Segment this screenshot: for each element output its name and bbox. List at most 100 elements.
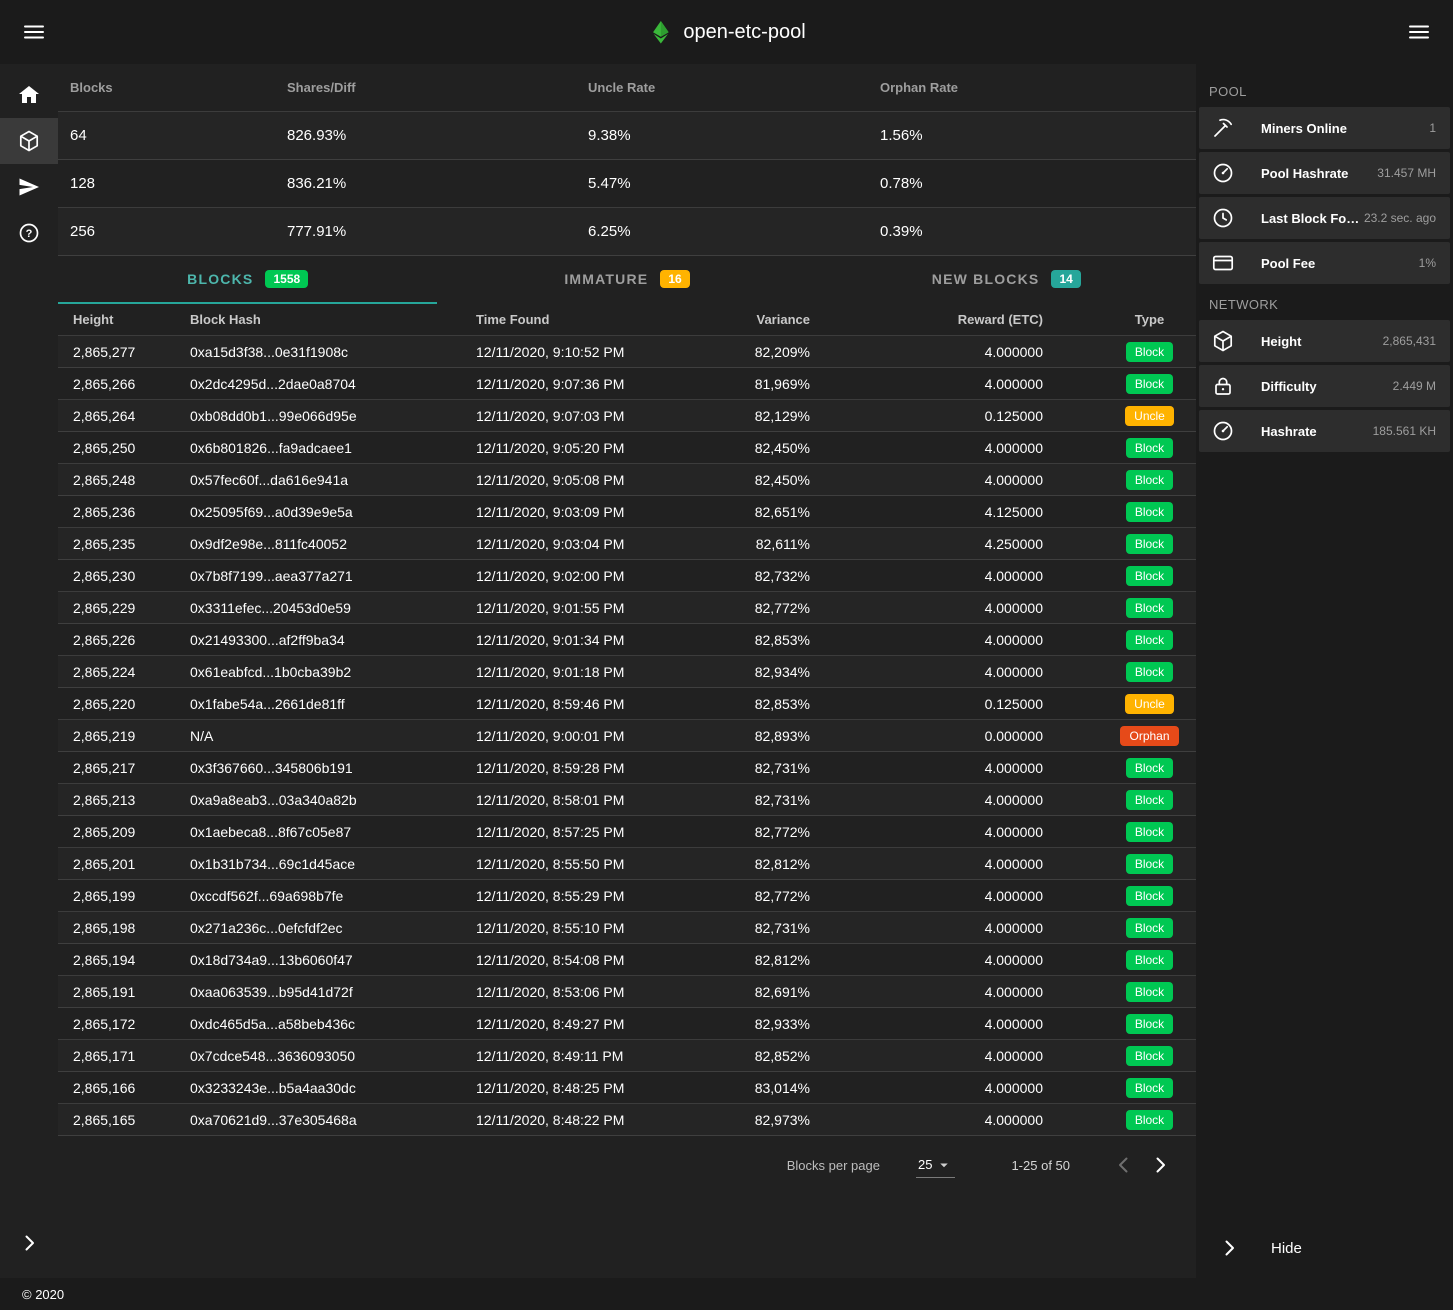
menu-button-left[interactable] <box>14 12 54 52</box>
cell-height: 2,865,248 <box>58 472 190 488</box>
cell-time-found: 12/11/2020, 8:48:22 PM <box>476 1112 706 1128</box>
sidebar-item-home[interactable] <box>0 72 58 118</box>
next-page-button[interactable] <box>1142 1147 1178 1183</box>
cell-time-found: 12/11/2020, 8:53:06 PM <box>476 984 706 1000</box>
block-row[interactable]: 2,865,1990xccdf562f...69a698b7fe12/11/20… <box>58 880 1196 912</box>
stats-cell: 826.93% <box>287 127 588 144</box>
cell-time-found: 12/11/2020, 9:01:34 PM <box>476 632 706 648</box>
cell-variance: 82,933% <box>706 1016 810 1032</box>
cell-reward: 4.000000 <box>810 1080 1043 1096</box>
cell-time-found: 12/11/2020, 9:01:18 PM <box>476 664 706 680</box>
cell-type: Block <box>1043 790 1196 810</box>
cell-reward: 0.000000 <box>810 728 1043 744</box>
luck-stats-table: Blocks Shares/Diff Uncle Rate Orphan Rat… <box>58 64 1196 256</box>
type-badge: Block <box>1126 598 1173 618</box>
cell-block-hash: 0x1fabe54a...2661de81ff <box>190 696 476 712</box>
cell-time-found: 12/11/2020, 9:05:08 PM <box>476 472 706 488</box>
cell-type: Block <box>1043 1046 1196 1066</box>
stat-label: Height <box>1261 334 1301 349</box>
col-header-time-found: Time Found <box>476 312 706 327</box>
cell-time-found: 12/11/2020, 8:59:28 PM <box>476 760 706 776</box>
tab-count-badge: 14 <box>1051 270 1080 288</box>
block-row[interactable]: 2,865,2300x7b8f7199...aea377a27112/11/20… <box>58 560 1196 592</box>
block-row[interactable]: 2,865,2660x2dc4295d...2dae0a870412/11/20… <box>58 368 1196 400</box>
type-badge: Block <box>1126 438 1173 458</box>
prev-page-button[interactable] <box>1106 1147 1142 1183</box>
block-row[interactable]: 2,865,1650xa70621d9...37e305468a12/11/20… <box>58 1104 1196 1136</box>
type-badge: Block <box>1126 342 1173 362</box>
stats-cell: 5.47% <box>588 175 880 192</box>
cell-height: 2,865,217 <box>58 760 190 776</box>
cell-block-hash: 0xdc465d5a...a58beb436c <box>190 1016 476 1032</box>
block-row[interactable]: 2,865,1710x7cdce548...363609305012/11/20… <box>58 1040 1196 1072</box>
stat-label: Difficulty <box>1261 379 1317 394</box>
sidebar-item-blocks[interactable] <box>0 118 58 164</box>
stat-label: Last Block Fo… <box>1261 211 1359 226</box>
type-badge: Block <box>1126 1046 1173 1066</box>
block-row[interactable]: 2,865,219N/A12/11/2020, 9:00:01 PM82,893… <box>58 720 1196 752</box>
cell-height: 2,865,266 <box>58 376 190 392</box>
block-row[interactable]: 2,865,2010x1b31b734...69c1d45ace12/11/20… <box>58 848 1196 880</box>
cell-time-found: 12/11/2020, 8:54:08 PM <box>476 952 706 968</box>
stats-header-uncle-rate: Uncle Rate <box>588 80 880 95</box>
sidebar-expand-toggle[interactable] <box>0 1220 58 1266</box>
cell-variance: 82,772% <box>706 824 810 840</box>
block-row[interactable]: 2,865,1720xdc465d5a...a58beb436c12/11/20… <box>58 1008 1196 1040</box>
cell-variance: 82,772% <box>706 600 810 616</box>
block-row[interactable]: 2,865,2360x25095f69...a0d39e9e5a12/11/20… <box>58 496 1196 528</box>
type-badge: Block <box>1126 758 1173 778</box>
cell-type: Block <box>1043 1014 1196 1034</box>
block-row[interactable]: 2,865,2200x1fabe54a...2661de81ff12/11/20… <box>58 688 1196 720</box>
cell-reward: 4.000000 <box>810 664 1043 680</box>
network-item-difficulty: Difficulty2.449 M <box>1199 365 1450 407</box>
cell-variance: 82,731% <box>706 760 810 776</box>
block-row[interactable]: 2,865,1980x271a236c...0efcfdf2ec12/11/20… <box>58 912 1196 944</box>
block-row[interactable]: 2,865,2350x9df2e98e...811fc4005212/11/20… <box>58 528 1196 560</box>
cell-variance: 82,812% <box>706 952 810 968</box>
block-row[interactable]: 2,865,2290x3311efec...20453d0e5912/11/20… <box>58 592 1196 624</box>
svg-text:?: ? <box>26 228 33 240</box>
home-icon <box>17 83 41 107</box>
tab-blocks[interactable]: BLOCKS1558 <box>58 256 437 304</box>
cell-variance: 82,852% <box>706 1048 810 1064</box>
sidebar-item-help[interactable]: ? <box>0 210 58 256</box>
block-row[interactable]: 2,865,2640xb08dd0b1...99e066d95e12/11/20… <box>58 400 1196 432</box>
cell-type: Block <box>1043 470 1196 490</box>
block-row[interactable]: 2,865,2240x61eabfcd...1b0cba39b212/11/20… <box>58 656 1196 688</box>
block-row[interactable]: 2,865,2480x57fec60f...da616e941a12/11/20… <box>58 464 1196 496</box>
block-row[interactable]: 2,865,1910xaa063539...b95d41d72f12/11/20… <box>58 976 1196 1008</box>
cell-variance: 82,934% <box>706 664 810 680</box>
block-row[interactable]: 2,865,2770xa15d3f38...0e31f1908c12/11/20… <box>58 336 1196 368</box>
block-row[interactable]: 2,865,2130xa9a8eab3...03a340a82b12/11/20… <box>58 784 1196 816</box>
stat-value: 31.457 MH <box>1377 166 1436 180</box>
cell-variance: 82,611% <box>706 536 810 552</box>
block-row[interactable]: 2,865,2090x1aebeca8...8f67c05e8712/11/20… <box>58 816 1196 848</box>
block-row[interactable]: 2,865,2170x3f367660...345806b19112/11/20… <box>58 752 1196 784</box>
tab-immature[interactable]: IMMATURE16 <box>437 256 816 304</box>
cell-block-hash: 0x57fec60f...da616e941a <box>190 472 476 488</box>
hide-label: Hide <box>1271 1240 1302 1257</box>
cell-reward: 0.125000 <box>810 696 1043 712</box>
stats-cell: 777.91% <box>287 223 588 240</box>
rows-per-page-label: Blocks per page <box>787 1158 880 1173</box>
menu-button-right[interactable] <box>1399 12 1439 52</box>
cell-variance: 82,691% <box>706 984 810 1000</box>
block-row[interactable]: 2,865,1660x3233243e...b5a4aa30dc12/11/20… <box>58 1072 1196 1104</box>
stats-cell: 836.21% <box>287 175 588 192</box>
sidebar-item-payments[interactable] <box>0 164 58 210</box>
block-row[interactable]: 2,865,2500x6b801826...fa9adcaee112/11/20… <box>58 432 1196 464</box>
block-row[interactable]: 2,865,2260x21493300...af2ff9ba3412/11/20… <box>58 624 1196 656</box>
blocks-table-body: 2,865,2770xa15d3f38...0e31f1908c12/11/20… <box>58 336 1196 1136</box>
cell-block-hash: 0x25095f69...a0d39e9e5a <box>190 504 476 520</box>
rows-per-page-select[interactable]: 25 <box>916 1153 955 1178</box>
right-sidebar: POOL Miners Online1Pool Hashrate31.457 M… <box>1196 64 1453 1278</box>
tab-new-blocks[interactable]: NEW BLOCKS14 <box>817 256 1196 304</box>
blocks-tabs: BLOCKS1558IMMATURE16NEW BLOCKS14 <box>58 256 1196 304</box>
block-row[interactable]: 2,865,1940x18d734a9...13b6060f4712/11/20… <box>58 944 1196 976</box>
hide-sidebar-button[interactable]: Hide <box>1199 1218 1450 1278</box>
stats-header-shares-diff: Shares/Diff <box>287 80 588 95</box>
type-badge: Block <box>1126 790 1173 810</box>
stat-label: Hashrate <box>1261 424 1317 439</box>
cell-height: 2,865,199 <box>58 888 190 904</box>
cell-reward: 4.000000 <box>810 760 1043 776</box>
